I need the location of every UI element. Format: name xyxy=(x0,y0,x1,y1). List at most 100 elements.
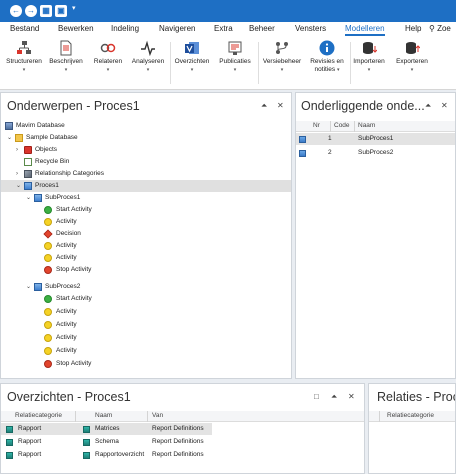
tab-navigeren[interactable]: Navigeren xyxy=(159,24,195,33)
column-header-code[interactable]: Code xyxy=(334,122,350,129)
tree-node-proces1[interactable]: ⌄ Proces1 xyxy=(1,180,291,192)
column-header-van[interactable]: Van xyxy=(152,412,163,419)
back-icon[interactable]: ← xyxy=(10,5,22,17)
overzichten-button[interactable]: Overzichten ▾ xyxy=(172,40,212,74)
versiebeheer-button[interactable]: Versiebeheer ▾ xyxy=(260,40,304,74)
tree-node-label: Stop Activity xyxy=(56,266,92,273)
tree-node-recycle-bin[interactable]: Recycle Bin xyxy=(1,156,291,168)
table-row[interactable]: 1 SubProces1 xyxy=(296,133,455,145)
tab-help[interactable]: Help xyxy=(405,24,421,33)
tab-bewerken[interactable]: Bewerken xyxy=(58,24,94,33)
pin-icon[interactable]: ⏶ xyxy=(425,101,431,111)
windows-icon[interactable]: ▦ xyxy=(40,5,52,17)
revisies-button[interactable]: Revisies en notities ▾ xyxy=(306,40,348,74)
tab-vensters[interactable]: Vensters xyxy=(295,24,326,33)
chevron-right-icon[interactable]: › xyxy=(16,168,18,180)
tab-modelleren[interactable]: Modelleren xyxy=(345,24,385,36)
tree-node-activity[interactable]: Activity xyxy=(1,216,291,228)
tree-node-activity[interactable]: Activity xyxy=(1,345,291,357)
report-icon xyxy=(83,426,90,433)
pin-icon[interactable]: ⏶ xyxy=(331,392,337,402)
tree-node-activity[interactable]: Activity xyxy=(1,332,291,344)
report-category-icon xyxy=(6,439,13,446)
ribbon: Structureren ▾ Beschrijven ▾ Relateren ▾… xyxy=(0,36,456,90)
beschrijven-label: Beschrijven xyxy=(49,58,83,65)
publicaties-button[interactable]: Publicaties ▾ xyxy=(214,40,256,74)
chevron-right-icon[interactable]: › xyxy=(16,144,18,156)
pulse-icon xyxy=(141,40,155,56)
tree-node-subproces1[interactable]: ⌄ SubProces1 xyxy=(1,192,291,204)
tree-node-activity[interactable]: Activity xyxy=(1,240,291,252)
analyseren-label: Analyseren xyxy=(131,58,165,65)
save-icon[interactable]: ▣ xyxy=(55,5,67,17)
tree-node-mavim-database[interactable]: Mavim Database xyxy=(1,120,291,132)
exporteren-button[interactable]: Exporteren ▾ xyxy=(392,40,432,74)
revisies-label: Revisies en xyxy=(310,58,344,65)
tree-node-activity[interactable]: Activity xyxy=(1,306,291,318)
tree-node-subproces2[interactable]: ⌄ SubProces2 xyxy=(1,281,291,293)
tab-beheer[interactable]: Beheer xyxy=(249,24,275,33)
column-divider[interactable] xyxy=(330,121,331,132)
tree-node-activity[interactable]: Activity xyxy=(1,319,291,331)
column-divider[interactable] xyxy=(147,411,148,422)
tree-node-sample-database[interactable]: ⌄ Sample Database xyxy=(1,132,291,144)
tab-extra[interactable]: Extra xyxy=(214,24,233,33)
chevron-down-icon[interactable]: ⌄ xyxy=(7,132,12,144)
close-icon[interactable]: ✕ xyxy=(277,101,284,110)
menu-bar: Bestand Bewerken Indeling Navigeren Extr… xyxy=(0,22,456,36)
tree-node-label: SubProces2 xyxy=(45,283,81,290)
tab-indeling[interactable]: Indeling xyxy=(111,24,139,33)
relateren-button[interactable]: Relateren ▾ xyxy=(90,40,126,74)
tree-node-stop-activity[interactable]: Stop Activity xyxy=(1,358,291,370)
column-header-naam[interactable]: Naam xyxy=(358,122,375,129)
relateren-label: Relateren xyxy=(93,58,123,65)
table-row[interactable]: Rapport Schema Report Definitions xyxy=(1,436,212,448)
column-header-naam[interactable]: Naam xyxy=(95,412,112,419)
tree-node-start-activity[interactable]: Start Activity xyxy=(1,293,291,305)
column-header-nr[interactable]: Nr xyxy=(313,122,320,129)
tree-node-relationship-categories[interactable]: › Relationship Categories xyxy=(1,168,291,180)
report-category-icon xyxy=(6,452,13,459)
report-icon xyxy=(83,439,90,446)
row-van: Report Definitions xyxy=(152,451,204,458)
process-icon xyxy=(299,136,306,143)
structureren-button[interactable]: Structureren ▾ xyxy=(4,40,44,74)
maximize-icon[interactable]: □ xyxy=(314,392,319,401)
chevron-down-icon[interactable]: ⌄ xyxy=(16,180,21,192)
tree-node-start-activity[interactable]: Start Activity xyxy=(1,204,291,216)
column-header-relatiecategorie[interactable]: Relatiecategorie xyxy=(15,412,62,419)
forward-icon[interactable]: → xyxy=(25,5,37,17)
analyseren-button[interactable]: Analyseren ▾ xyxy=(128,40,168,74)
tree-node-objects[interactable]: › Objects xyxy=(1,144,291,156)
search-box[interactable]: ⚲ Zoe xyxy=(429,24,451,33)
chevron-down-icon[interactable]: ⌄ xyxy=(26,281,31,293)
chevron-down-icon[interactable]: ⌄ xyxy=(26,192,31,204)
chevron-down-icon: ▾ xyxy=(233,67,237,73)
row-naam: SubProces2 xyxy=(358,149,394,156)
beschrijven-button[interactable]: Beschrijven ▾ xyxy=(46,40,86,74)
decision-icon xyxy=(43,229,53,239)
pin-icon[interactable]: ⏶ xyxy=(261,101,267,111)
table-row[interactable]: 2 SubProces2 xyxy=(296,147,455,159)
start-activity-icon xyxy=(44,295,52,303)
revisies-label-2: notities xyxy=(314,66,336,73)
close-icon[interactable]: ✕ xyxy=(348,392,355,401)
stop-activity-icon xyxy=(44,360,52,368)
column-divider[interactable] xyxy=(75,411,76,422)
importeren-button[interactable]: Importeren ▾ xyxy=(350,40,388,74)
exporteren-label: Exporteren xyxy=(396,58,428,65)
column-header-relatiecategorie[interactable]: Relatiecategorie xyxy=(387,412,434,419)
tab-bestand[interactable]: Bestand xyxy=(10,24,39,33)
export-icon xyxy=(406,42,420,54)
process-icon xyxy=(34,194,42,202)
tree-node-stop-activity[interactable]: Stop Activity xyxy=(1,264,291,276)
table-row[interactable]: Rapport Rapportoverzicht Report Definiti… xyxy=(1,449,212,461)
column-divider[interactable] xyxy=(379,411,380,422)
close-icon[interactable]: ✕ xyxy=(441,101,448,110)
tree-node-decision[interactable]: Decision xyxy=(1,228,291,240)
tree-node-activity[interactable]: Activity xyxy=(1,252,291,264)
column-divider[interactable] xyxy=(354,121,355,132)
table-row[interactable]: Rapport Matrices Report Definitions xyxy=(1,423,212,435)
quick-access-dropdown-icon[interactable]: ▾ xyxy=(72,4,76,12)
chevron-down-icon: ▾ xyxy=(64,67,68,73)
